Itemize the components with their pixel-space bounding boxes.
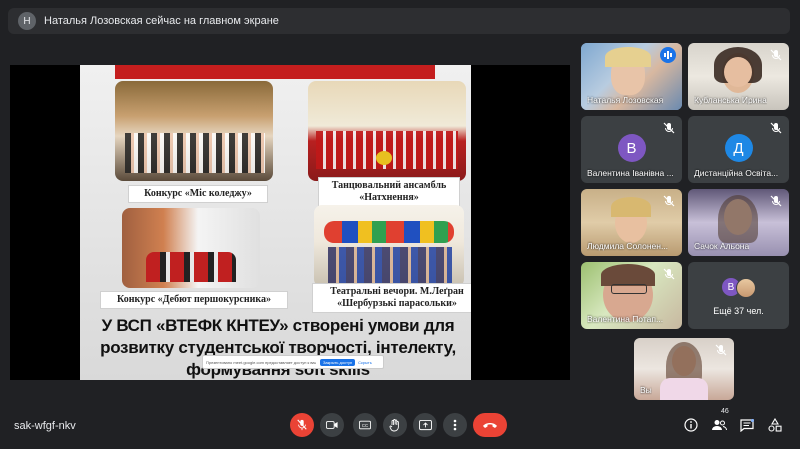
tile-kublanska-iryna[interactable]: Кубланська Ирина xyxy=(688,43,789,110)
photo-freshman-debut xyxy=(122,208,260,288)
photo-miss-college xyxy=(115,81,273,181)
presenting-text: Наталья Лозовская сейчас на главном экра… xyxy=(44,15,279,27)
hide-share-bar-button[interactable]: Скрыть xyxy=(358,360,372,365)
participant-name: Кубланська Ирина xyxy=(694,95,767,105)
mic-off-icon xyxy=(297,419,307,431)
raise-hand-button[interactable] xyxy=(383,413,407,437)
speaking-indicator-icon xyxy=(660,47,676,63)
camera-icon xyxy=(326,421,338,429)
mic-off-icon xyxy=(662,267,676,281)
mic-off-icon xyxy=(662,194,676,208)
mic-off-icon xyxy=(769,121,783,135)
mic-off-icon xyxy=(662,121,676,135)
chat-icon xyxy=(740,418,754,432)
raise-hand-icon xyxy=(389,418,399,431)
caption-freshman-debut: Конкурс «Дебют першокурсника» xyxy=(100,291,288,309)
photo-theatre-evenings xyxy=(314,205,464,287)
tile-valentyna-ivanivna[interactable]: В Валентина Іванівна ... xyxy=(581,116,682,183)
caption-dance-ensemble: Танцювальний ансамбль «Натхнення» xyxy=(318,177,460,207)
participant-name: Сачок Альона xyxy=(694,241,750,251)
info-icon xyxy=(684,418,698,432)
meeting-info-button[interactable] xyxy=(682,416,700,434)
people-icon xyxy=(712,420,727,431)
slide-red-bar xyxy=(115,65,435,79)
meeting-code: sak-wfgf-nkv xyxy=(14,420,76,432)
slide-headline-line-1: У ВСП «ВТЕФК КНТЕУ» створені умови для xyxy=(101,316,455,335)
tile-valentyna-potapenko[interactable]: Валентина Потап... xyxy=(581,262,682,329)
camera-button[interactable] xyxy=(320,413,344,437)
photo-dance-ensemble xyxy=(308,81,466,181)
people-button[interactable] xyxy=(710,416,728,434)
participant-name: Валентина Потап... xyxy=(587,314,664,324)
leave-call-button[interactable] xyxy=(473,413,507,437)
participant-name: Наталья Лозовская xyxy=(587,95,664,105)
participant-avatar: В xyxy=(617,134,646,162)
svg-text:CC: CC xyxy=(362,423,368,428)
presentation-slide: Конкурс «Міс коледжу» Танцювальний ансам… xyxy=(80,65,471,380)
tile-dystantsiyna-osvita[interactable]: Д Дистанційна Освіта... xyxy=(688,116,789,183)
presenting-banner: Н Наталья Лозовская сейчас на главном эк… xyxy=(8,8,790,34)
screen-share-bar: Презентовано meet.google.com предоставля… xyxy=(202,355,384,369)
share-bar-text: Презентовано meet.google.com предоставля… xyxy=(206,359,316,365)
tile-liudmyla-solonenko[interactable]: Людмила Солонен... xyxy=(581,189,682,256)
more-vert-icon xyxy=(453,419,457,431)
hangup-icon xyxy=(483,423,497,428)
participants-count-badge: 46 xyxy=(721,408,729,415)
activities-button[interactable] xyxy=(766,416,784,434)
tile-natalia-lozovska[interactable]: Наталья Лозовская xyxy=(581,43,682,110)
captions-button[interactable]: CC xyxy=(353,413,377,437)
mic-off-button[interactable] xyxy=(290,413,314,437)
mic-off-icon xyxy=(714,343,728,357)
chat-button[interactable] xyxy=(738,416,756,434)
participant-name: Вы xyxy=(640,385,652,395)
tile-self-view[interactable]: Вы xyxy=(634,338,734,400)
tile-more-participants[interactable]: В Ещё 37 чел. xyxy=(688,262,789,329)
present-button[interactable] xyxy=(413,413,437,437)
activities-icon xyxy=(768,418,782,432)
tile-sachok-alona[interactable]: Сачок Альона xyxy=(688,189,789,256)
present-icon xyxy=(418,419,432,430)
participant-name: Людмила Солонен... xyxy=(587,241,669,251)
more-participants-label: Ещё 37 чел. xyxy=(713,306,764,316)
stop-sharing-button[interactable]: Закрыть доступ xyxy=(320,358,356,366)
caption-theatre-evenings: Театральні вечори. М.Леґран «Шербурзькі … xyxy=(312,283,471,313)
mic-off-icon xyxy=(769,194,783,208)
presenter-avatar: Н xyxy=(18,12,36,30)
participant-name: Валентина Іванівна ... xyxy=(587,168,674,178)
participant-avatar-photo xyxy=(736,278,756,298)
mic-off-icon xyxy=(769,48,783,62)
participant-avatar: Д xyxy=(724,134,753,162)
caption-miss-college: Конкурс «Міс коледжу» xyxy=(128,185,268,203)
captions-icon: CC xyxy=(359,420,371,430)
participant-name: Дистанційна Освіта... xyxy=(694,168,779,178)
more-options-button[interactable] xyxy=(443,413,467,437)
